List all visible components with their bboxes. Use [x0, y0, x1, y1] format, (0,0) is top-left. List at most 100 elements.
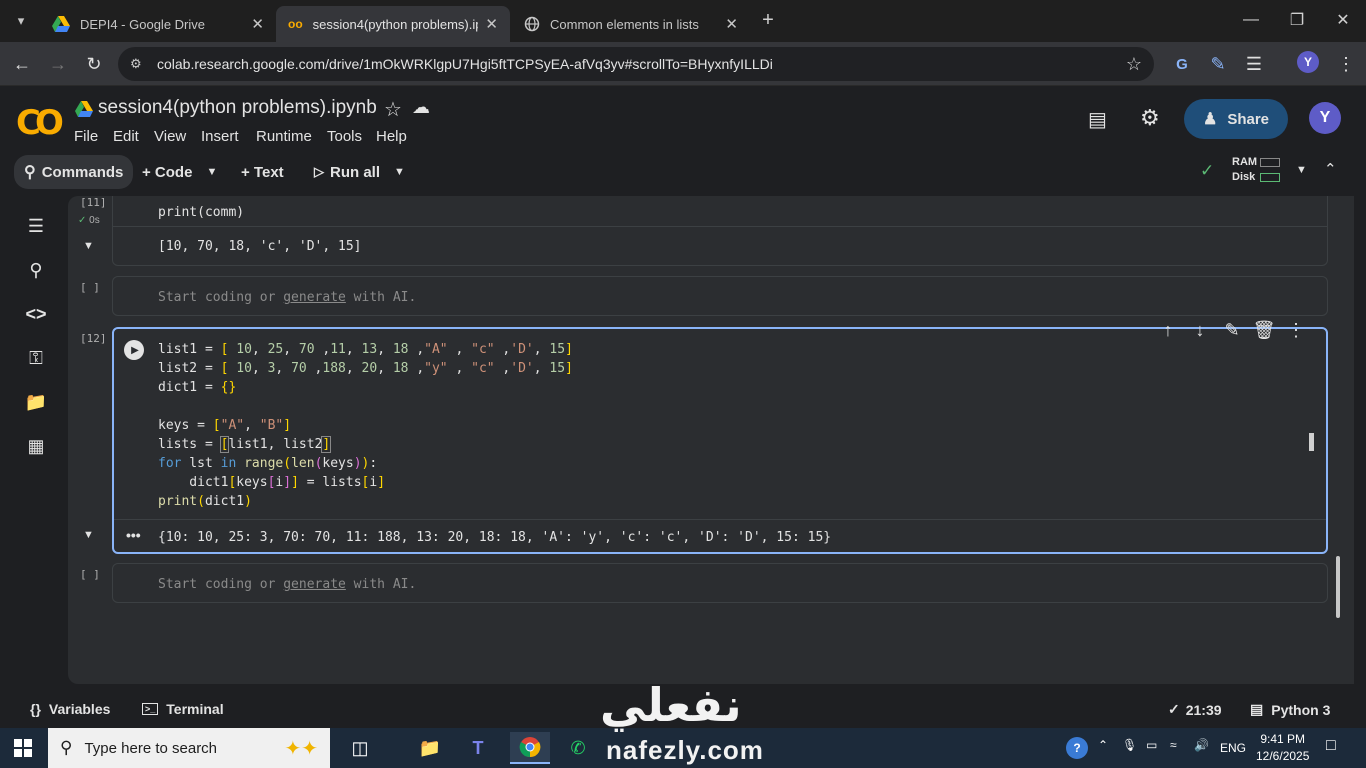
watermark-arabic: نفعلي [600, 678, 742, 732]
empty-code-cell[interactable]: Start coding or generate with AI. [112, 563, 1328, 603]
menu-file[interactable]: File [74, 128, 98, 145]
menu-help[interactable]: Help [376, 128, 407, 145]
chevron-up-icon[interactable]: ⌃ [1098, 738, 1108, 752]
empty-code-cell[interactable]: Start coding or generate with AI. [112, 276, 1328, 316]
collapse-output-icon[interactable]: ▼ [83, 529, 94, 541]
tab-common-elements[interactable]: Common elements in lists ✕ [512, 6, 750, 42]
chrome-menu-icon[interactable]: ⋮ [1332, 50, 1360, 78]
share-button[interactable]: ♟ Share [1184, 99, 1288, 139]
chevron-down-icon[interactable]: ▼ [206, 166, 217, 178]
translate-icon[interactable]: G [1168, 50, 1196, 78]
language-indicator[interactable]: ENG [1220, 741, 1246, 755]
whatsapp-icon[interactable]: ✆ [562, 732, 594, 764]
address-bar[interactable]: ⚙ colab.research.google.com/drive/1mOkWR… [118, 47, 1154, 81]
back-button[interactable]: ← [8, 50, 36, 78]
terminal-button[interactable]: >_ Terminal [142, 701, 224, 717]
cell-placeholder[interactable]: Start coding or generate with AI. [158, 577, 416, 592]
extensions-puzzle-icon[interactable]: ☰ [1240, 50, 1268, 78]
chevron-down-icon[interactable]: ▼ [394, 166, 405, 178]
new-tab-button[interactable]: + [756, 8, 780, 32]
comments-icon[interactable]: ▤ [1088, 107, 1107, 132]
file-explorer-icon[interactable]: 📁 [414, 732, 446, 764]
code-snippets-icon[interactable]: <> [22, 300, 50, 328]
site-info-icon[interactable]: ⚙ [130, 56, 142, 72]
reload-button[interactable]: ↻ [80, 50, 108, 78]
close-tab-icon[interactable]: ✕ [485, 15, 498, 33]
code-editor[interactable]: list1 = [ 10, 25, 70 ,11, 13, 18 ,"A" , … [158, 340, 573, 511]
run-all-button[interactable]: ▷ Run all ▼ [314, 160, 405, 184]
notebook-scrollbar[interactable] [1336, 556, 1340, 618]
run-cell-button[interactable]: ▶ [124, 340, 144, 360]
help-icon[interactable]: ? [1066, 737, 1088, 759]
table-of-contents-icon[interactable]: ☰ [22, 212, 50, 240]
chevron-down-icon[interactable]: ▼ [1296, 164, 1307, 176]
windows-start-icon[interactable] [14, 739, 32, 757]
notebook-title[interactable]: session4(python problems).ipynb [98, 97, 377, 119]
cell-placeholder[interactable]: Start coding or generate with AI. [158, 290, 416, 305]
kernel-status[interactable]: ▤ Python 3 [1250, 701, 1330, 718]
chevron-up-icon[interactable]: ⌃ [1324, 160, 1337, 178]
teams-icon[interactable]: T [462, 732, 494, 764]
microphone-icon[interactable]: 🎙 [1122, 738, 1137, 752]
account-avatar[interactable]: Y [1309, 102, 1341, 134]
minimize-button[interactable]: — [1228, 0, 1274, 40]
menu-runtime[interactable]: Runtime [256, 128, 312, 145]
execution-time[interactable]: ✓ 21:39 [1168, 701, 1222, 718]
colab-icon: oo [288, 17, 303, 31]
collapse-output-icon[interactable]: ▼ [83, 240, 94, 252]
menu-view[interactable]: View [154, 128, 186, 145]
search-placeholder: Type here to search [84, 739, 218, 757]
variables-button[interactable]: {} Variables [30, 701, 110, 717]
add-code-button[interactable]: + Code ▼ [142, 160, 217, 184]
cloud-save-icon[interactable]: ☁ [412, 97, 430, 118]
extension-pen-icon[interactable]: ✎ [1204, 50, 1232, 78]
add-text-button[interactable]: + Text [241, 160, 284, 184]
forward-button[interactable]: → [44, 50, 72, 78]
menu-insert[interactable]: Insert [201, 128, 239, 145]
code-editor[interactable]: print(comm) [158, 205, 244, 220]
secrets-key-icon[interactable]: ⚿ [22, 344, 50, 372]
menu-edit[interactable]: Edit [113, 128, 139, 145]
taskbar-search[interactable]: ⚲ Type here to search ✦✦ [48, 728, 330, 768]
delete-cell-icon[interactable]: 🗑 [1248, 316, 1280, 344]
close-window-button[interactable]: ✕ [1320, 0, 1366, 40]
generate-link[interactable]: generate [283, 290, 346, 305]
code-cell[interactable]: print(comm) [10, 70, 18, 'c', 'D', 15] [112, 196, 1328, 266]
edit-with-ai-icon[interactable]: ✎ [1216, 316, 1248, 344]
tab-drive[interactable]: DEPI4 - Google Drive ✕ [40, 6, 276, 42]
generate-link[interactable]: generate [283, 577, 346, 592]
close-tab-icon[interactable]: ✕ [251, 15, 264, 33]
more-options-icon[interactable]: ⋮ [1280, 316, 1312, 344]
commands-button[interactable]: ⚲ Commands [14, 155, 134, 189]
find-replace-icon[interactable]: ⚲ [22, 256, 50, 284]
editor-scrollbar[interactable] [1309, 433, 1314, 451]
settings-gear-icon[interactable]: ⚙ [1140, 105, 1160, 131]
volume-icon[interactable]: 🔊 [1194, 738, 1209, 752]
colab-logo[interactable]: CO [16, 103, 64, 143]
restore-button[interactable]: ❐ [1274, 0, 1320, 40]
braces-icon: {} [30, 701, 41, 717]
resources-indicator[interactable]: RAM Disk [1232, 156, 1284, 188]
copilot-sparkle-icon[interactable]: ✦✦ [284, 736, 318, 761]
data-table-icon[interactable]: ▦ [22, 432, 50, 460]
wifi-icon[interactable]: ≈ [1170, 738, 1177, 752]
active-code-cell[interactable]: ▶ list1 = [ 10, 25, 70 ,11, 13, 18 ,"A" … [112, 327, 1328, 554]
move-cell-down-icon[interactable]: ↓ [1184, 316, 1216, 344]
bookmark-star-icon[interactable]: ☆ [1126, 54, 1142, 75]
files-folder-icon[interactable]: 📁 [22, 388, 50, 416]
run-status: ✓ 0s [78, 215, 100, 226]
tab-search-button[interactable]: ▾ [8, 8, 34, 34]
url-text[interactable]: colab.research.google.com/drive/1mOkWRKl… [157, 56, 773, 72]
tab-colab[interactable]: oo session4(python problems).ipyn ✕ [276, 6, 510, 42]
move-cell-up-icon[interactable]: ↑ [1152, 316, 1184, 344]
menu-tools[interactable]: Tools [327, 128, 362, 145]
taskbar-clock[interactable]: 9:41 PM 12/6/2025 [1256, 731, 1309, 765]
task-view-icon[interactable]: ◫ [344, 732, 376, 764]
close-tab-icon[interactable]: ✕ [725, 15, 738, 33]
battery-icon[interactable]: ▭ [1146, 738, 1157, 752]
notifications-icon[interactable]: □ [1326, 737, 1336, 755]
star-icon[interactable]: ☆ [384, 97, 402, 122]
chrome-icon[interactable] [510, 732, 550, 764]
profile-avatar[interactable]: Y [1297, 51, 1319, 73]
output-menu-icon[interactable]: ••• [126, 527, 141, 543]
